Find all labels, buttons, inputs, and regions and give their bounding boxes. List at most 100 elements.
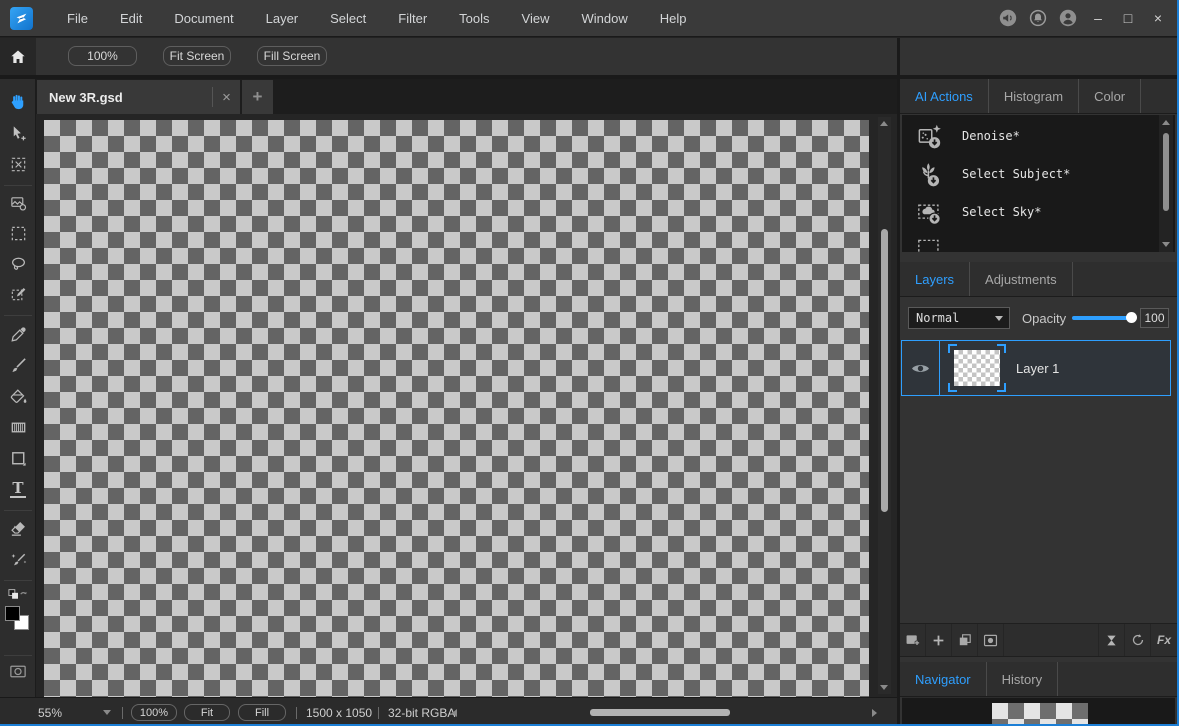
transform-tool-icon[interactable] <box>8 154 28 174</box>
move-tool-icon[interactable] <box>8 123 28 143</box>
status-zoom-100-button[interactable]: 100% <box>131 704 177 721</box>
list-item[interactable]: Select Subject* <box>902 155 1175 193</box>
horizontal-scrollbar-thumb[interactable] <box>590 709 730 716</box>
hand-tool-icon[interactable] <box>8 91 28 111</box>
vertical-scrollbar-thumb[interactable] <box>881 229 888 512</box>
ai-scrollbar-thumb[interactable] <box>1163 133 1169 211</box>
menu-view[interactable]: View <box>506 0 566 36</box>
quick-select-tool-icon[interactable] <box>8 284 28 304</box>
zoom-100-button[interactable]: 100% <box>68 46 137 66</box>
new-tab-button[interactable]: + <box>242 80 273 114</box>
smart-brush-tool-icon[interactable] <box>8 549 28 569</box>
bell-icon[interactable] <box>1027 7 1049 29</box>
tab-navigator[interactable]: Navigator <box>900 662 987 696</box>
status-fit-button[interactable]: Fit <box>184 704 230 721</box>
scroll-down-icon[interactable] <box>880 685 888 690</box>
menu-help[interactable]: Help <box>644 0 703 36</box>
fill-tool-icon[interactable] <box>8 386 28 406</box>
merge-button[interactable] <box>1099 624 1125 656</box>
layer-thumbnail[interactable] <box>946 344 1008 392</box>
mask-tool-icon[interactable] <box>8 661 28 681</box>
fill-screen-button[interactable]: Fill Screen <box>257 46 327 66</box>
user-icon[interactable] <box>1057 7 1079 29</box>
menu-select[interactable]: Select <box>314 0 382 36</box>
duplicate-layer-button[interactable] <box>952 624 978 656</box>
ai-action-label: Select Subject* <box>962 167 1071 181</box>
toolbar-right-spacer <box>900 38 1177 75</box>
opacity-slider[interactable] <box>1072 312 1137 323</box>
gradient-tool-icon[interactable] <box>8 417 28 437</box>
shape-tool-icon[interactable] <box>8 448 28 468</box>
eraser-tool-icon[interactable] <box>8 518 28 538</box>
close-button[interactable]: × <box>1143 5 1173 31</box>
eyedropper-tool-icon[interactable] <box>8 324 28 344</box>
layer-mask-button[interactable] <box>978 624 1004 656</box>
ai-action-label: Denoise* <box>962 129 1020 143</box>
fit-screen-button[interactable]: Fit Screen <box>163 46 231 66</box>
tab-history[interactable]: History <box>987 662 1059 696</box>
menu-filter[interactable]: Filter <box>382 0 443 36</box>
tab-histogram[interactable]: Histogram <box>989 79 1080 113</box>
status-fill-button[interactable]: Fill <box>238 704 286 721</box>
blend-controls: Normal Opacity 100 <box>900 296 1177 340</box>
layers-toolbar-spacer <box>1004 624 1099 656</box>
tab-ai-actions[interactable]: AI Actions <box>900 79 989 113</box>
layer-visibility-cell[interactable] <box>902 341 940 395</box>
menu-file[interactable]: File <box>51 0 104 36</box>
add-image-layer-button[interactable] <box>900 624 926 656</box>
home-icon[interactable] <box>9 48 27 66</box>
lasso-tool-icon[interactable] <box>8 254 28 274</box>
menu-edit[interactable]: Edit <box>104 0 158 36</box>
maximize-button[interactable]: □ <box>1113 5 1143 31</box>
layer-row[interactable]: Layer 1 <box>901 340 1171 396</box>
menu-document[interactable]: Document <box>158 0 249 36</box>
menu-tools[interactable]: Tools <box>443 0 505 36</box>
tab-close-icon[interactable]: × <box>213 89 240 106</box>
text-tool-icon[interactable]: T <box>8 479 28 499</box>
blend-mode-dropdown[interactable]: Normal <box>908 307 1010 329</box>
menu-window[interactable]: Window <box>565 0 643 36</box>
zoom-level[interactable]: 55% <box>38 698 62 726</box>
megaphone-icon[interactable] <box>997 7 1019 29</box>
blend-mode-value: Normal <box>916 311 960 325</box>
effects-button[interactable]: Fx <box>1151 624 1177 656</box>
navigator-preview[interactable] <box>902 697 1175 726</box>
ai-list-scrollbar[interactable] <box>1159 115 1173 252</box>
new-layer-button[interactable] <box>926 624 952 656</box>
tab-color[interactable]: Color <box>1079 79 1142 113</box>
selection-corner <box>997 344 1006 353</box>
scroll-down-icon[interactable] <box>1162 242 1170 247</box>
tab-adjustments[interactable]: Adjustments <box>970 262 1073 296</box>
layer-name[interactable]: Layer 1 <box>1016 361 1059 376</box>
horizontal-scrollbar[interactable] <box>468 709 866 717</box>
menu-layer[interactable]: Layer <box>250 0 315 36</box>
scroll-left-icon[interactable] <box>452 709 457 717</box>
scroll-up-icon[interactable] <box>1162 120 1170 125</box>
list-item[interactable]: Select Sky* <box>902 193 1175 231</box>
foreground-background-swatches[interactable] <box>0 606 36 636</box>
fx-icon: Fx <box>1156 633 1171 647</box>
zoom-dropdown-caret-icon[interactable] <box>103 710 111 715</box>
document-tab[interactable]: New 3R.gsd × <box>37 80 240 114</box>
selection-corner <box>948 383 957 392</box>
tab-layers[interactable]: Layers <box>900 262 971 296</box>
tool-divider <box>4 580 32 581</box>
opacity-slider-thumb[interactable] <box>1126 312 1137 323</box>
layers-bottom-toolbar: Fx <box>900 623 1177 657</box>
crop-tool-icon[interactable] <box>8 193 28 213</box>
swap-colors-icon[interactable] <box>8 588 28 604</box>
ai-action-partial-icon <box>914 237 944 252</box>
canvas-transparency-checkerboard[interactable] <box>44 120 869 697</box>
minimize-button[interactable]: – <box>1083 5 1113 31</box>
brush-tool-icon[interactable] <box>8 355 28 375</box>
marquee-select-tool-icon[interactable] <box>8 223 28 243</box>
smart-object-button[interactable] <box>1125 624 1151 656</box>
scroll-up-icon[interactable] <box>880 121 888 126</box>
tool-divider <box>4 315 32 316</box>
list-item-partial[interactable] <box>902 231 1175 252</box>
foreground-color-swatch[interactable] <box>5 606 20 621</box>
scroll-right-icon[interactable] <box>872 709 877 717</box>
vertical-scrollbar[interactable] <box>878 117 891 694</box>
list-item[interactable]: Denoise* <box>902 117 1175 155</box>
opacity-value[interactable]: 100 <box>1140 308 1169 328</box>
